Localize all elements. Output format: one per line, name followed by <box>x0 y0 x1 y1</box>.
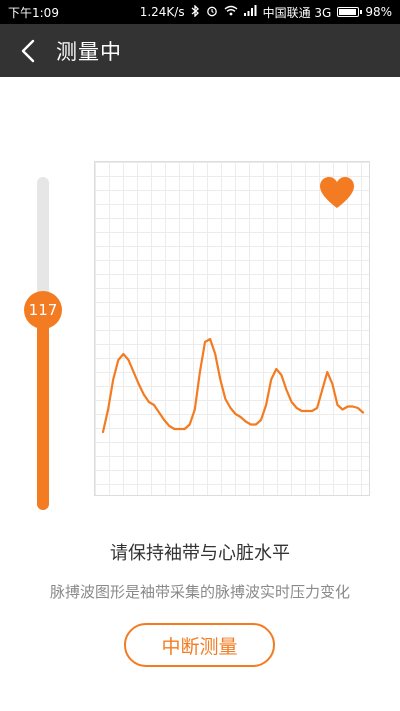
bluetooth-icon <box>191 3 200 20</box>
carrier-label: 中国联通 3G <box>262 5 332 20</box>
pressure-gauge-fill <box>37 310 49 510</box>
back-button[interactable] <box>0 24 56 77</box>
heart-icon <box>320 177 354 208</box>
wave-description: 脉搏波图形是袖带采集的脉搏波实时压力变化 <box>49 583 350 601</box>
instruction-text: 请保持袖带与心脏水平 <box>110 543 290 564</box>
pressure-gauge: 117 <box>24 177 62 510</box>
pressure-value-badge: 117 <box>24 291 62 330</box>
chevron-left-icon <box>21 39 35 62</box>
network-speed: 1.24K/s <box>139 5 185 19</box>
stop-measurement-button[interactable]: 中断测量 <box>124 623 275 667</box>
status-bar: 下午1:09 1.24K/s 中国联通 3G 98% <box>0 0 400 24</box>
page-title: 测量中 <box>56 39 122 64</box>
wifi-icon <box>224 5 238 19</box>
signal-icon <box>243 5 257 19</box>
measurement-panel: 117 请保持袖带与心脏水平 脉搏波图形是袖带采集的脉搏波实时压力变化 中断测量 <box>0 77 400 711</box>
pulse-wave-plot <box>101 337 365 434</box>
battery-level: 98% <box>365 5 392 19</box>
pulse-wave-chart <box>94 161 370 496</box>
pulse-wave-line <box>101 337 365 434</box>
app-bar: 测量中 <box>0 24 400 77</box>
battery-icon <box>337 7 363 17</box>
status-time: 下午1:09 <box>8 5 59 20</box>
alarm-icon <box>206 5 218 20</box>
